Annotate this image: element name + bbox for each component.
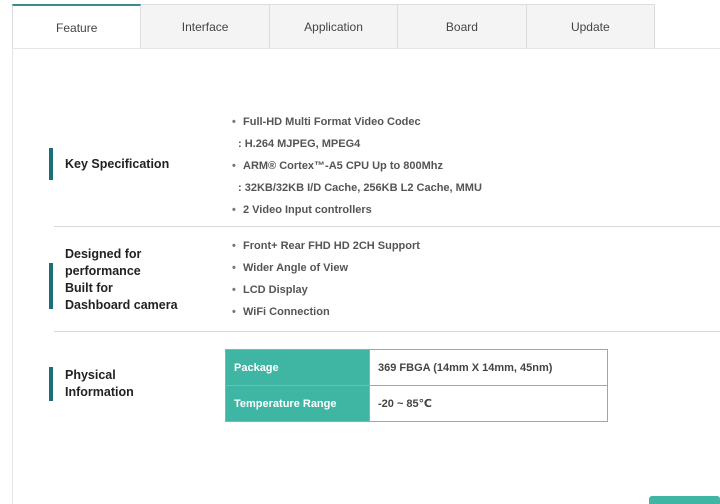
table-row: Package 369 FBGA (14mm X 14mm, 45nm) (225, 349, 608, 386)
accent-bar (49, 263, 53, 309)
performance-list: • Front+ Rear FHD HD 2CH Support • Wider A… (232, 235, 420, 323)
physical-title: Physical Information (65, 368, 134, 399)
list-item: • LCD Display (232, 284, 308, 296)
list-item: • Full-HD Multi Format Video Codec (232, 116, 421, 128)
key-spec-list: • Full-HD Multi Format Video Codec : H.26… (232, 111, 482, 221)
tab-update[interactable]: Update (526, 4, 656, 49)
table-row: Temperature Range -20 ~ 85℃ (225, 385, 608, 422)
temperature-value: -20 ~ 85℃ (369, 385, 608, 422)
tab-interface[interactable]: Interface (141, 4, 270, 49)
tab-feature[interactable]: Feature (12, 4, 142, 49)
key-spec-title: Key Specification (65, 156, 170, 171)
accent-bar (49, 148, 53, 180)
physical-info-table: Package 369 FBGA (14mm X 14mm, 45nm) Tem… (225, 349, 608, 422)
tab-board[interactable]: Board (398, 4, 527, 49)
list-item: • ARM® Cortex™-A5 CPU Up to 800Mhz (232, 160, 444, 172)
list-item: • Wider Angle of View (232, 262, 349, 274)
physical-heading: Physical Information (49, 367, 134, 401)
tab-application[interactable]: Application (269, 4, 399, 49)
feature-panel: Key Specification • Full-HD Multi Format … (12, 48, 720, 504)
package-key: Package (225, 349, 370, 386)
tab-bar: Feature Interface Application Board Upda… (12, 4, 656, 49)
package-value: 369 FBGA (14mm X 14mm, 45nm) (369, 349, 608, 386)
performance-heading: Designed for performance Built for Dashb… (49, 245, 178, 315)
section-divider (54, 226, 720, 227)
list-item: • 2 Video Input controllers (232, 204, 372, 216)
list-item: • Front+ Rear FHD HD 2CH Support (232, 240, 420, 252)
list-item: : 32KB/32KB I/D Cache, 256KB L2 Cache, M… (238, 182, 482, 194)
temperature-key: Temperature Range (225, 385, 370, 422)
section-divider (54, 331, 720, 332)
performance-title: Designed for performance Built for Dashb… (65, 247, 178, 312)
key-spec-heading: Key Specification (49, 148, 169, 180)
accent-bar (49, 367, 53, 401)
list-item: • WiFi Connection (232, 306, 330, 318)
list-item: : H.264 MJPEG, MPEG4 (238, 138, 361, 150)
corner-button[interactable] (649, 496, 720, 504)
